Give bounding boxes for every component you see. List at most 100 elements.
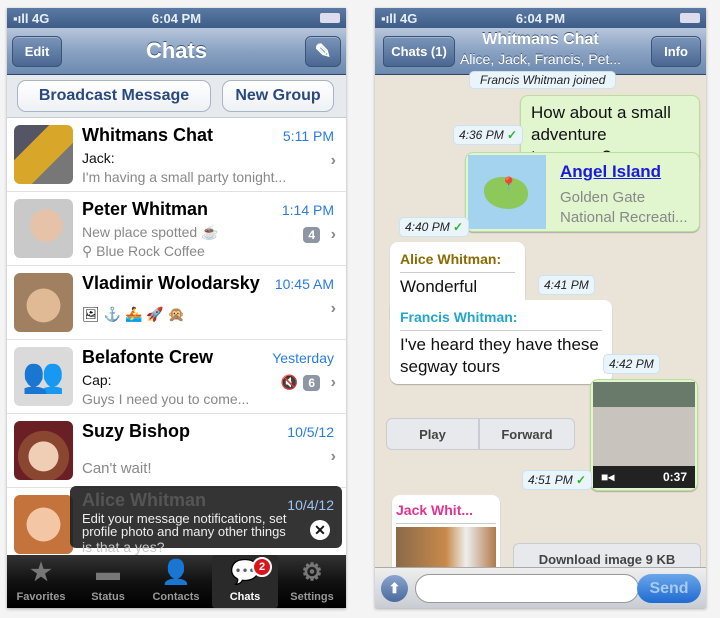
gear-icon: ⚙ — [301, 559, 323, 586]
location-address: National Recreati... — [560, 209, 688, 226]
tab-label: Chats — [229, 591, 261, 603]
video-camera-icon: ■◂ — [601, 470, 615, 484]
avatar — [14, 273, 73, 332]
chat-name: Alice Whitman — [82, 490, 207, 510]
tab-label: Favorites — [16, 591, 66, 603]
message-time: 4:41 PM — [538, 275, 595, 295]
chevron-right-icon: › — [330, 152, 336, 169]
chevron-right-icon: › — [330, 448, 336, 465]
close-icon[interactable]: ✕ — [310, 520, 330, 540]
broadcast-message-button[interactable]: Broadcast Message — [17, 80, 211, 112]
chat-row-vladimir-wolodarsky[interactable]: Vladimir Wolodarsky 10:45 AM 🖼 ⚓ 🚣 🚀 🙊 › — [7, 266, 346, 340]
info-button[interactable]: Info — [651, 36, 701, 67]
chevron-right-icon: › — [330, 300, 336, 317]
chevron-right-icon: › — [330, 226, 336, 243]
star-icon: ★ — [30, 559, 52, 586]
message-input[interactable] — [415, 574, 639, 603]
speech-bubble-icon: ▬ — [96, 559, 120, 586]
action-strip: Broadcast Message New Group — [7, 75, 346, 118]
status-bar: ▪ıll 4G 6:04 PM — [375, 8, 706, 28]
tooltip-text: Edit your message notifications, set pro… — [82, 511, 287, 539]
message-text: I've heard they have these segway tours — [400, 335, 599, 376]
chat-time: 10/4/12 — [287, 497, 334, 513]
chat-row-peter-whitman[interactable]: Peter Whitman 1:14 PM New place spotted … — [7, 192, 346, 266]
tab-label: Contacts — [152, 591, 200, 603]
chat-sender: Cap: — [82, 372, 112, 388]
chat-preview: Guys I need you to come... — [82, 391, 250, 407]
chat-preview: 🖼 ⚓ 🚣 🚀 🙊 — [82, 306, 186, 322]
chat-preview: is that a yes? — [82, 539, 165, 555]
chat-time: 10/5/12 — [287, 424, 334, 440]
conversation-screen: ▪ıll 4G 6:04 PM Chats (1) Whitmans Chat … — [375, 8, 706, 608]
video-message[interactable]: ■◂ 0:37 — [590, 379, 698, 491]
unread-badge: 4 — [303, 227, 320, 243]
battery-icon — [680, 13, 700, 23]
new-group-button[interactable]: New Group — [222, 80, 334, 112]
location-title-link[interactable]: Angel Island — [560, 161, 661, 183]
chat-time: 10:45 AM — [274, 276, 334, 292]
map-thumbnail: 📍 — [468, 155, 546, 229]
chevron-right-icon: › — [330, 374, 336, 391]
chat-time: 5:11 PM — [282, 128, 334, 144]
message-time: 4:36 PM ✓ — [453, 125, 524, 145]
person-icon: 👤 — [161, 559, 191, 586]
incoming-image-message: Jack Whit... — [392, 495, 500, 577]
play-button[interactable]: Play — [386, 418, 479, 450]
message-list[interactable]: Francis Whitman joined How about a small… — [375, 71, 706, 577]
sender-name: Alice Whitman: — [400, 248, 515, 273]
tab-chats[interactable]: 💬 Chats 2 — [212, 555, 278, 608]
tab-label: Settings — [290, 591, 334, 603]
avatar — [14, 495, 73, 554]
chat-name: Whitmans Chat — [82, 125, 214, 145]
sender-name: Francis Whitman: — [400, 306, 602, 331]
location-address: Golden Gate — [560, 189, 646, 206]
tab-status[interactable]: ▬ Status — [75, 555, 141, 608]
group-avatar-icon: 👥 — [14, 347, 73, 406]
chat-row-suzy-bishop[interactable]: Suzy Bishop 10/5/12 Can't wait! › — [7, 414, 346, 488]
video-duration: 0:37 — [662, 470, 687, 484]
tab-favorites[interactable]: ★ Favorites — [8, 555, 74, 608]
nav-bar: Chats (1) Whitmans Chat Alice, Jack, Fra… — [375, 28, 706, 75]
chat-name: Peter Whitman — [82, 199, 209, 219]
unread-badge: 2 — [252, 557, 272, 577]
location-message[interactable]: 📍 Angel Island Golden Gate National Recr… — [465, 152, 700, 232]
system-message: Francis Whitman joined — [469, 71, 617, 89]
chat-row-whitmans-chat[interactable]: Whitmans Chat 5:11 PM Jack: I'm having a… — [7, 118, 346, 192]
chat-preview: New place spotted ☕ — [82, 224, 219, 240]
input-bar: ⬆ Send — [375, 567, 706, 608]
message-time: 4:40 PM ✓ — [399, 217, 470, 237]
compose-icon[interactable]: ✎ — [305, 36, 341, 67]
tab-label: Status — [91, 591, 125, 603]
chats-screen: ▪ıll 4G 6:04 PM Edit Chats ✎ Broadcast M… — [7, 8, 346, 608]
muted-icon: 🔇 — [280, 374, 298, 390]
message-time: 4:51 PM ✓ — [522, 470, 593, 490]
clock: 6:04 PM — [515, 11, 566, 26]
tab-settings[interactable]: ⚙ Settings — [279, 555, 345, 608]
location-preview: ⚲ Blue Rock Coffee — [82, 243, 205, 259]
chat-name: Belafonte Crew — [82, 347, 214, 367]
avatar — [14, 199, 73, 258]
chat-time: Yesterday — [272, 350, 334, 366]
chat-row-belafonte-crew[interactable]: 👥 Belafonte Crew Yesterday Cap: Guys I n… — [7, 340, 346, 414]
forward-button[interactable]: Forward — [479, 418, 575, 450]
avatar — [14, 125, 73, 184]
chat-time: 1:14 PM — [281, 202, 334, 218]
sender-name: Jack Whit... — [396, 499, 496, 524]
tab-contacts[interactable]: 👤 Contacts — [143, 555, 209, 608]
clock: 6:04 PM — [151, 11, 202, 26]
battery-icon — [320, 13, 340, 23]
incoming-message: Francis Whitman: I've heard they have th… — [390, 300, 612, 384]
chat-preview: I'm having a small party tonight... — [82, 169, 287, 185]
send-button[interactable]: Send — [637, 574, 701, 603]
tab-bar: ★ Favorites ▬ Status 👤 Contacts 💬 Chats 2 ⚙ S… — [7, 555, 346, 608]
video-thumbnail — [593, 382, 695, 466]
chat-sender: Jack: — [82, 150, 115, 166]
attach-icon[interactable]: ⬆ — [381, 575, 408, 602]
page-title: Chats — [145, 38, 208, 63]
chat-name: Vladimir Wolodarsky — [82, 273, 260, 293]
chat-preview: Can't wait! — [82, 460, 152, 477]
nav-bar: Edit Chats ✎ — [7, 28, 346, 75]
map-pin-icon: 📍 — [500, 176, 518, 192]
unread-badge: 6 — [303, 375, 320, 391]
message-time: 4:42 PM — [603, 354, 660, 374]
